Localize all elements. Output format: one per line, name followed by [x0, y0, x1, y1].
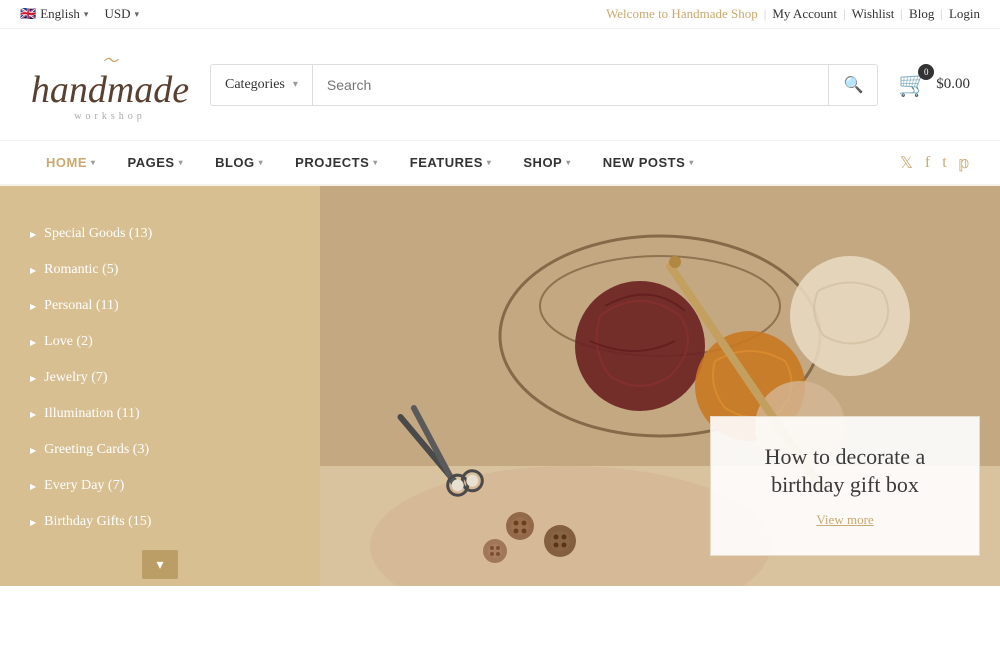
nav-features-label: FEATURES: [410, 155, 483, 170]
list-item[interactable]: ▶ Illumination (11): [0, 396, 320, 432]
nav-blog[interactable]: BLOG ▾: [199, 141, 279, 184]
category-label: Love (2): [44, 334, 93, 350]
nav-pages[interactable]: PAGES ▾: [112, 141, 200, 184]
twitter-icon[interactable]: 𝕏: [900, 153, 913, 173]
list-item[interactable]: ▶ Special Goods (13): [0, 216, 320, 252]
hero-image: How to decorate a birthday gift box View…: [320, 186, 1000, 586]
nav-blog-label: BLOG: [215, 155, 255, 170]
logo-tagline: workshop: [30, 111, 190, 122]
nav-new-posts-label: NEW POSTS: [603, 155, 686, 170]
list-item[interactable]: ▶ Love (2): [0, 324, 320, 360]
language-selector[interactable]: 🇬🇧 English ▾: [20, 6, 88, 22]
nav-blog-arrow-icon: ▾: [259, 158, 264, 167]
bullet-icon: ▶: [30, 410, 36, 419]
category-list: ▶ Special Goods (13) ▶ Romantic (5) ▶ Pe…: [0, 216, 320, 540]
nav-shop-arrow-icon: ▾: [566, 158, 571, 167]
nav-features[interactable]: FEATURES ▾: [394, 141, 508, 184]
nav-items: HOME ▾ PAGES ▾ BLOG ▾ PROJECTS ▾ FEATURE…: [30, 141, 900, 184]
logo[interactable]: ～ handmade workshop: [30, 47, 190, 122]
language-label: English: [40, 6, 80, 22]
flag-uk-icon: 🇬🇧: [20, 6, 36, 22]
hero-section: ▶ Special Goods (13) ▶ Romantic (5) ▶ Pe…: [0, 186, 1000, 586]
nav-shop[interactable]: SHOP ▾: [507, 141, 586, 184]
logo-brand: handmade: [30, 71, 190, 109]
welcome-message: Welcome to Handmade Shop: [606, 6, 758, 22]
category-label: Birthday Gifts (15): [44, 514, 151, 530]
bullet-icon: ▶: [30, 374, 36, 383]
nav-home[interactable]: HOME ▾: [30, 141, 112, 184]
list-item[interactable]: ▶ Jewelry (7): [0, 360, 320, 396]
list-item[interactable]: ▶ Every Day (7): [0, 468, 320, 504]
top-bar-right: Welcome to Handmade Shop | My Account | …: [606, 6, 980, 22]
separator-3: |: [900, 6, 903, 22]
category-label: Greeting Cards (3): [44, 442, 149, 458]
separator-4: |: [940, 6, 943, 22]
caption-title: How to decorate a birthday gift box: [741, 443, 949, 500]
categories-chevron-icon: ▾: [293, 79, 298, 90]
bullet-icon: ▶: [30, 266, 36, 275]
list-item[interactable]: ▶ Personal (11): [0, 288, 320, 324]
header: ～ handmade workshop Categories ▾ 🔍 🛒 0 $…: [0, 29, 1000, 141]
bullet-icon: ▶: [30, 518, 36, 527]
view-more-link[interactable]: View more: [816, 512, 873, 527]
category-label: Every Day (7): [44, 478, 124, 494]
category-label: Romantic (5): [44, 262, 118, 278]
nav-new-posts-arrow-icon: ▾: [689, 158, 694, 167]
lang-chevron-icon: ▾: [84, 9, 89, 20]
top-bar-left: 🇬🇧 English ▾ USD ▾: [20, 6, 139, 22]
list-item[interactable]: ▶ Greeting Cards (3): [0, 432, 320, 468]
pinterest-icon[interactable]: 𝕡: [959, 153, 970, 173]
search-button[interactable]: 🔍: [828, 65, 877, 105]
tumblr-icon[interactable]: t: [942, 154, 946, 172]
separator-2: |: [843, 6, 846, 22]
cart-icon-wrap: 🛒 0: [898, 70, 928, 99]
nav-projects-label: PROJECTS: [295, 155, 369, 170]
login-link[interactable]: Login: [949, 6, 980, 22]
list-item[interactable]: ▶ Birthday Gifts (15): [0, 504, 320, 540]
nav-shop-label: SHOP: [523, 155, 562, 170]
main-nav: HOME ▾ PAGES ▾ BLOG ▾ PROJECTS ▾ FEATURE…: [0, 141, 1000, 186]
hero-sidebar: ▶ Special Goods (13) ▶ Romantic (5) ▶ Pe…: [0, 186, 320, 586]
nav-home-arrow-icon: ▾: [91, 158, 96, 167]
categories-label: Categories: [225, 77, 285, 93]
blog-link[interactable]: Blog: [909, 6, 934, 22]
facebook-icon[interactable]: f: [925, 154, 930, 172]
wishlist-link[interactable]: Wishlist: [852, 6, 895, 22]
top-bar: 🇬🇧 English ▾ USD ▾ Welcome to Handmade S…: [0, 0, 1000, 29]
bullet-icon: ▶: [30, 230, 36, 239]
category-label: Special Goods (13): [44, 226, 152, 242]
search-icon: 🔍: [843, 77, 863, 94]
nav-home-label: HOME: [46, 155, 87, 170]
cart-count-badge: 0: [918, 64, 934, 80]
cart[interactable]: 🛒 0 $0.00: [898, 70, 970, 99]
cart-total: $0.00: [936, 76, 970, 93]
list-item[interactable]: ▶ Romantic (5): [0, 252, 320, 288]
category-label: Illumination (11): [44, 406, 140, 422]
separator-1: |: [764, 6, 767, 22]
currency-selector[interactable]: USD ▾: [104, 6, 139, 22]
category-label: Jewelry (7): [44, 370, 107, 386]
my-account-link[interactable]: My Account: [772, 6, 837, 22]
nav-projects-arrow-icon: ▾: [373, 158, 378, 167]
more-categories-area: ▾: [0, 550, 320, 579]
search-input[interactable]: [313, 65, 829, 105]
caption-box: How to decorate a birthday gift box View…: [710, 416, 980, 556]
bullet-icon: ▶: [30, 446, 36, 455]
currency-chevron-icon: ▾: [134, 9, 139, 20]
nav-new-posts[interactable]: NEW POSTS ▾: [587, 141, 710, 184]
nav-pages-arrow-icon: ▾: [179, 158, 184, 167]
nav-pages-label: PAGES: [128, 155, 175, 170]
nav-projects[interactable]: PROJECTS ▾: [279, 141, 394, 184]
nav-social: 𝕏 f t 𝕡: [900, 153, 970, 173]
bullet-icon: ▶: [30, 302, 36, 311]
nav-features-arrow-icon: ▾: [487, 158, 492, 167]
bullet-icon: ▶: [30, 482, 36, 491]
bullet-icon: ▶: [30, 338, 36, 347]
category-dropdown[interactable]: Categories ▾: [211, 65, 313, 105]
currency-label: USD: [104, 6, 130, 22]
search-area: Categories ▾ 🔍: [210, 64, 878, 106]
more-categories-button[interactable]: ▾: [142, 550, 177, 579]
category-label: Personal (11): [44, 298, 119, 314]
